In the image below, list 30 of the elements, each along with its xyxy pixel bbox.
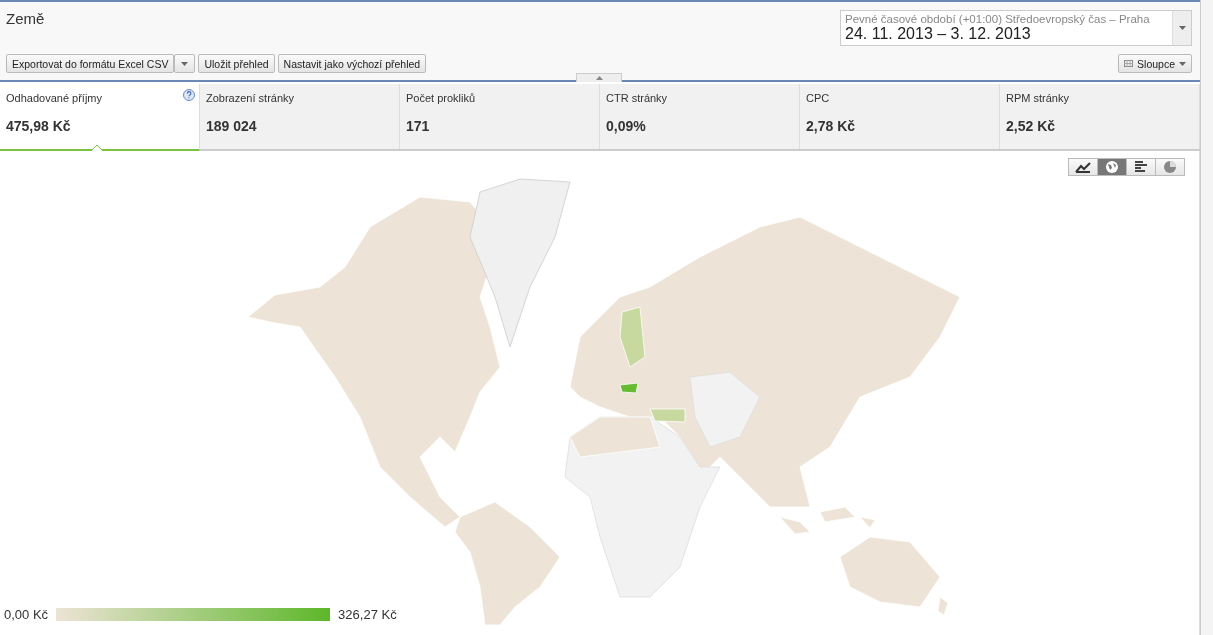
export-dropdown-button[interactable] bbox=[174, 54, 196, 73]
scrollbar[interactable] bbox=[1200, 0, 1213, 635]
metric-tab[interactable]: CTR stránky 0,09% bbox=[600, 84, 800, 149]
bar-chart-icon bbox=[1134, 161, 1148, 173]
page-title: Země bbox=[6, 10, 45, 29]
help-icon[interactable] bbox=[183, 89, 195, 101]
table-icon bbox=[1124, 60, 1134, 67]
columns-button[interactable]: Sloupce bbox=[1118, 54, 1192, 73]
bar-view-button[interactable] bbox=[1126, 158, 1156, 176]
metric-tab[interactable]: Odhadované příjmy 475,98 Kč bbox=[0, 84, 200, 151]
caret-icon bbox=[181, 61, 189, 66]
metric-tab[interactable]: CPC 2,78 Kč bbox=[800, 84, 1000, 149]
save-report-button[interactable]: Uložit přehled bbox=[198, 54, 275, 73]
globe-icon bbox=[1105, 160, 1119, 174]
line-view-button[interactable] bbox=[1068, 158, 1098, 176]
set-default-button[interactable]: Nastavit jako výchozí přehled bbox=[277, 54, 427, 73]
caret-icon bbox=[1178, 26, 1186, 30]
line-chart-icon bbox=[1075, 161, 1091, 173]
metric-tab[interactable]: Zobrazení stránky 189 024 bbox=[200, 84, 400, 149]
date-range-value: 24. 11. 2013 – 3. 12. 2013 bbox=[845, 25, 1032, 43]
legend-min-label: 0,00 Kč bbox=[4, 607, 49, 622]
legend-max-label: 326,27 Kč bbox=[338, 607, 397, 622]
export-button[interactable]: Exportovat do formátu Excel CSV bbox=[6, 54, 175, 73]
metric-tab[interactable]: Počet prokliků 171 bbox=[400, 84, 600, 149]
date-range-picker[interactable]: Pevné časové období (+01:00) Středoevropský čas – Praha 24. 11. 2013 – 3. 12. 2013 bbox=[840, 10, 1192, 46]
date-range-caption: Pevné časové období (+01:00) Středoevropský čas – Praha bbox=[845, 13, 1151, 25]
collapse-handle[interactable] bbox=[576, 73, 622, 82]
caret-icon bbox=[1179, 61, 1186, 66]
map-view-button[interactable] bbox=[1097, 158, 1127, 176]
pie-chart-icon bbox=[1163, 160, 1177, 174]
